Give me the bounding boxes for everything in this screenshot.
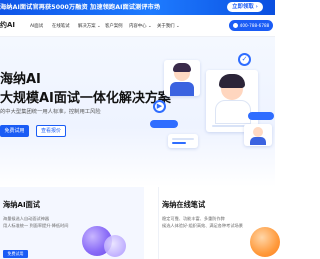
tag-pill: [248, 112, 274, 120]
nav-item-cases[interactable]: 客户案例: [105, 23, 123, 29]
text-line: [172, 138, 194, 140]
illustration-card: [168, 134, 198, 148]
person-body: [250, 137, 266, 145]
logo[interactable]: 约AI: [0, 20, 15, 30]
product-desc-line: 用人标准统一 到面率提升·降低时间: [3, 223, 69, 228]
person-avatar: [253, 127, 263, 137]
nav-item-ai-interview[interactable]: AI面试: [30, 23, 43, 29]
interview-card: [206, 70, 258, 132]
person-body: [170, 82, 194, 96]
like-icon: ✓: [238, 53, 251, 66]
banner-cta-button[interactable]: 立即领取 ›: [227, 2, 263, 12]
phone-button[interactable]: 400-788-6788: [229, 20, 273, 31]
hair-shape: [173, 63, 191, 72]
free-trial-button[interactable]: 免费试用: [0, 125, 29, 137]
illustration-card: [244, 124, 272, 146]
navbar: 约AI AI面试 在线笔试 解决方案 ⌄ 客户案例 内容中心 ⌄ 关于我们 ⌄ …: [0, 15, 275, 37]
hero-title-line1: 海纳AI: [0, 72, 41, 87]
nav-item-about[interactable]: 关于我们 ⌄: [157, 23, 180, 29]
product-desc-line: 候选人体验好·组织高效、满足各种考试场景: [162, 223, 243, 228]
nav-item-content[interactable]: 内容中心 ⌄: [129, 23, 152, 29]
product-trial-button[interactable]: 免费试用: [3, 250, 28, 258]
product-desc-line: 海量候选人自动面试神器: [3, 216, 50, 221]
tag-pill: [150, 120, 178, 128]
product-title: 海纳AI面试: [3, 200, 40, 209]
hair-shape: [219, 74, 245, 88]
promo-banner[interactable]: 海纳AI面试官再获5000万融资 加速领跑AI面试测评市场 立即领取 ›: [0, 0, 275, 15]
person-body: [215, 100, 251, 124]
product-card-online-test[interactable]: 海纳在线笔试 稳定可靠、功能丰富、多重防作弊 候选人体验好·组织高效、满足各种考…: [158, 187, 280, 259]
view-price-button[interactable]: 查看报价: [36, 125, 66, 137]
play-icon: ▶: [153, 100, 166, 113]
phone-icon: [232, 23, 238, 28]
phone-number: 400-788-6788: [239, 23, 270, 28]
purple-sphere-graphic: [104, 235, 126, 257]
orange-sphere-graphic: [250, 227, 280, 257]
nav-item-online-test[interactable]: 在线笔试: [52, 23, 70, 29]
hero-subtitle: 的中大型集团统一用人标准，控制用工风险: [0, 109, 101, 115]
products-section: 海纳AI面试 海量候选人自动面试神器 用人标准统一 到面率提升·降低时间 免费试…: [0, 187, 280, 259]
text-line: [172, 142, 186, 144]
banner-text: 海纳AI面试官再获5000万融资 加速领跑AI面试测评市场: [0, 4, 161, 11]
hero-title-line2: 大规模AI面试一体化解决方案: [0, 91, 171, 106]
hero-illustration: ▶ ✓: [150, 50, 275, 155]
nav-item-solutions[interactable]: 解决方案 ⌄: [78, 23, 101, 29]
product-title: 海纳在线笔试: [162, 200, 206, 209]
illustration-card: [164, 60, 200, 96]
product-desc-line: 稳定可靠、功能丰富、多重防作弊: [162, 216, 225, 221]
hero-section: 海纳AI 大规模AI面试一体化解决方案 的中大型集团统一用人标准，控制用工风险 …: [0, 37, 275, 187]
product-card-ai-interview[interactable]: 海纳AI面试 海量候选人自动面试神器 用人标准统一 到面率提升·降低时间 免费试…: [0, 187, 144, 259]
